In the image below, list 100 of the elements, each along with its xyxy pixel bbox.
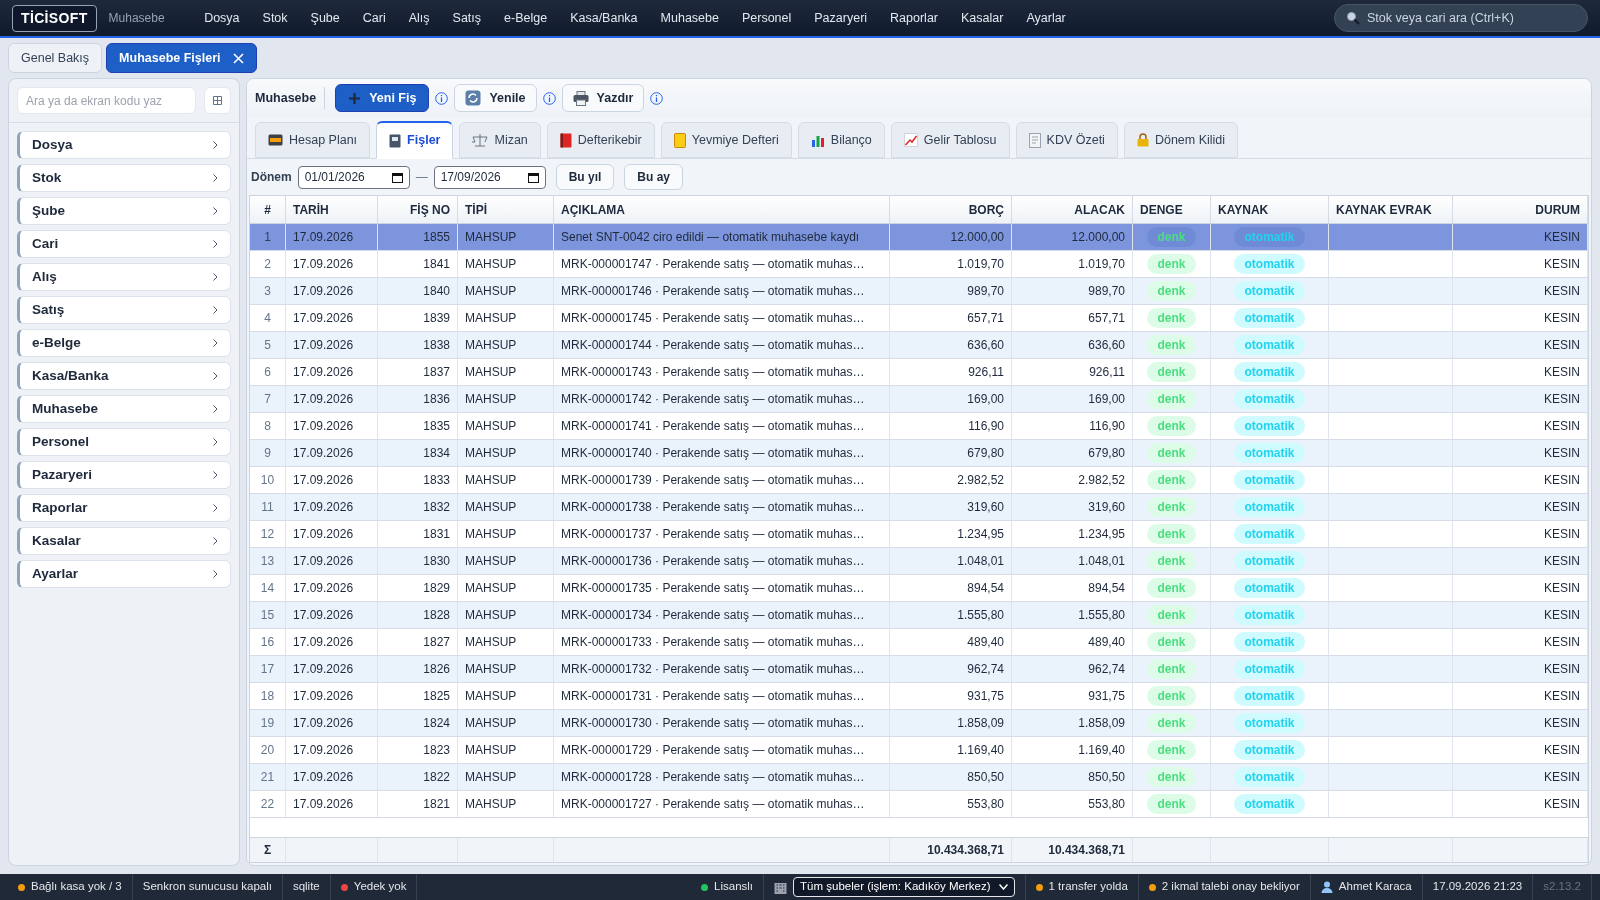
table-row[interactable]: 7 17.09.2026 1836 MAHSUP MRK-000001742 · Perakende satış — otomatik muhas… 169,00 169,00 denk otomatik KESIN <box>250 386 1588 413</box>
info-icon[interactable] <box>542 91 556 105</box>
table-row[interactable]: 3 17.09.2026 1840 MAHSUP MRK-000001746 · Perakende satış — otomatik muhas… 989,70 989,70 denk otomatik KESIN <box>250 278 1588 305</box>
menu-item[interactable]: Dosya <box>192 4 252 32</box>
table-row[interactable]: 5 17.09.2026 1838 MAHSUP MRK-000001744 · Perakende satış — otomatik muhas… 636,60 636,60 denk otomatik KESIN <box>250 332 1588 359</box>
sidebar-item[interactable]: Stok <box>17 164 231 192</box>
menu-item[interactable]: Ayarlar <box>1014 4 1078 32</box>
column-header[interactable]: KAYNAK EVRAK <box>1329 196 1453 223</box>
menu-item[interactable]: Muhasebe <box>649 4 731 32</box>
date-field[interactable]: 17/09/2026 <box>433 165 546 189</box>
new-voucher-button[interactable]: Yeni Fiş <box>335 84 430 112</box>
column-header[interactable]: # <box>250 196 286 223</box>
preset-button[interactable]: Bu yıl <box>555 164 615 190</box>
info-icon[interactable] <box>435 91 449 105</box>
sidebar-item[interactable]: Kasalar <box>17 527 231 555</box>
sidebar-item[interactable]: Raporlar <box>17 494 231 522</box>
table-row[interactable]: 6 17.09.2026 1837 MAHSUP MRK-000001743 · Perakende satış — otomatik muhas… 926,11 926,11 denk otomatik KESIN <box>250 359 1588 386</box>
module-tab[interactable]: Yevmiye Defteri <box>660 122 792 158</box>
column-header[interactable]: TİPİ <box>458 196 554 223</box>
table-row[interactable]: 18 17.09.2026 1825 MAHSUP MRK-000001731 · Perakende satış — otomatik muhas… 931,75 931,75 denk otomatik KESIN <box>250 683 1588 710</box>
close-icon[interactable] <box>232 52 244 64</box>
menu-item[interactable]: Alış <box>397 4 442 32</box>
module-tab[interactable]: Hesap Planı <box>255 122 371 158</box>
status-text: 2 ikmal talebi onay bekliyor <box>1161 879 1300 895</box>
table-cell: MRK-000001738 · Perakende satış — otomatik muhas… <box>554 494 890 520</box>
global-search-field[interactable]: Stok veya cari ara (Ctrl+K) <box>1334 4 1588 32</box>
page-tab[interactable]: Genel Bakış <box>8 43 103 73</box>
print-button[interactable]: Yazdır <box>561 84 645 112</box>
preset-button[interactable]: Bu ay <box>624 164 684 190</box>
module-tab[interactable]: Fişler <box>376 121 454 159</box>
menu-item[interactable]: e-Belge <box>492 4 559 32</box>
sidebar-item[interactable]: Cari <box>17 230 231 258</box>
menu-item[interactable]: Kasalar <box>949 4 1015 32</box>
menu-item[interactable]: Şube <box>299 4 352 32</box>
sidebar-item[interactable]: Pazaryeri <box>17 461 231 489</box>
table-row[interactable]: 22 17.09.2026 1821 MAHSUP MRK-000001727 · Perakende satış — otomatik muhas… 553,80 553,80 denk otomatik KESIN <box>250 791 1588 818</box>
menu-item[interactable]: Raporlar <box>878 4 950 32</box>
sidebar-item[interactable]: Kasa/Banka <box>17 362 231 390</box>
table-cell: MAHSUP <box>458 332 554 358</box>
table-row[interactable]: 11 17.09.2026 1832 MAHSUP MRK-000001738 · Perakende satış — otomatik muhas… 319,60 319,60 denk otomatik KESIN <box>250 494 1588 521</box>
table-cell: MAHSUP <box>458 224 554 250</box>
column-header[interactable]: KAYNAK <box>1211 196 1329 223</box>
column-header[interactable]: BORÇ <box>890 196 1012 223</box>
sidebar-item[interactable]: Şube <box>17 197 231 225</box>
table-cell: 2.982,52 <box>1012 467 1133 493</box>
module-tab[interactable]: Bilanço <box>797 122 885 158</box>
menu-item[interactable]: Cari <box>351 4 398 32</box>
table-cell: 1826 <box>378 656 458 682</box>
chevron-right-icon <box>213 537 218 545</box>
sidebar-item[interactable]: Satış <box>17 296 231 324</box>
table-row[interactable]: 12 17.09.2026 1831 MAHSUP MRK-000001737 · Perakende satış — otomatik muhas… 1.234,95 1.234,95 denk otomatik KESIN <box>250 521 1588 548</box>
branch-select[interactable]: Tüm şubeler (işlem: Kadıköy Merkez) <box>793 877 1015 897</box>
table-row[interactable]: 14 17.09.2026 1829 MAHSUP MRK-000001735 · Perakende satış — otomatik muhas… 894,54 894,54 denk otomatik KESIN <box>250 575 1588 602</box>
menu-item[interactable]: Pazaryeri <box>802 4 879 32</box>
page-tab[interactable]: Muhasebe Fişleri <box>106 43 257 73</box>
table-row[interactable]: 21 17.09.2026 1822 MAHSUP MRK-000001728 · Perakende satış — otomatik muhas… 850,50 850,50 denk otomatik KESIN <box>250 764 1588 791</box>
menu-item[interactable]: Satış <box>441 4 493 32</box>
table-row[interactable]: 1 17.09.2026 1855 MAHSUP Senet SNT-0042 ciro edildi — otomatik muhasebe kaydı 12.000,00 12.000,00 denk otomatik KESIN <box>250 224 1588 251</box>
column-header[interactable]: TARİH <box>286 196 378 223</box>
menu-item[interactable]: Personel <box>730 4 803 32</box>
module-tab[interactable]: KDV Özeti <box>1015 122 1118 158</box>
table-row[interactable]: 8 17.09.2026 1835 MAHSUP MRK-000001741 · Perakende satış — otomatik muhas… 116,90 116,90 denk otomatik KESIN <box>250 413 1588 440</box>
table-row[interactable]: 9 17.09.2026 1834 MAHSUP MRK-000001740 · Perakende satış — otomatik muhas… 679,80 679,80 denk otomatik KESIN <box>250 440 1588 467</box>
table-row[interactable]: 15 17.09.2026 1828 MAHSUP MRK-000001734 · Perakende satış — otomatik muhas… 1.555,80 1.555,80 denk otomatik KESIN <box>250 602 1588 629</box>
module-tab[interactable]: Dönem Kilidi <box>1123 122 1239 158</box>
table-row[interactable]: 2 17.09.2026 1841 MAHSUP MRK-000001747 · Perakende satış — otomatik muhas… 1.019,70 1.019,70 denk otomatik KESIN <box>250 251 1588 278</box>
column-header[interactable]: FİŞ NO <box>378 196 458 223</box>
menu-item[interactable]: Kasa/Banka <box>558 4 650 32</box>
table-row[interactable]: 4 17.09.2026 1839 MAHSUP MRK-000001745 · Perakende satış — otomatik muhas… 657,71 657,71 denk otomatik KESIN <box>250 305 1588 332</box>
table-cell: 17.09.2026 <box>286 710 378 736</box>
column-header[interactable]: ALACAK <box>1012 196 1133 223</box>
table-cell: 1840 <box>378 278 458 304</box>
module-tab[interactable]: Defterikebir <box>546 122 655 158</box>
sidebar-item[interactable]: Dosya <box>17 131 231 159</box>
refresh-button[interactable]: Yenile <box>454 84 537 112</box>
column-header[interactable]: DURUM <box>1453 196 1588 223</box>
column-header[interactable]: DENGE <box>1133 196 1211 223</box>
table-cell: MRK-000001727 · Perakende satış — otomatik muhas… <box>554 791 890 817</box>
table-cell: 1823 <box>378 737 458 763</box>
column-header[interactable]: AÇIKLAMA <box>554 196 890 223</box>
table-row[interactable]: 16 17.09.2026 1827 MAHSUP MRK-000001733 · Perakende satış — otomatik muhas… 489,40 489,40 denk otomatik KESIN <box>250 629 1588 656</box>
sidebar-item[interactable]: Muhasebe <box>17 395 231 423</box>
sidebar-item[interactable]: Alış <box>17 263 231 291</box>
sidebar-item[interactable]: Ayarlar <box>17 560 231 588</box>
menu-item[interactable]: Stok <box>251 4 300 32</box>
table-cell: 2.982,52 <box>890 467 1012 493</box>
table-row[interactable]: 19 17.09.2026 1824 MAHSUP MRK-000001730 · Perakende satış — otomatik muhas… 1.858,09 1.858,09 denk otomatik KESIN <box>250 710 1588 737</box>
sidebar-item[interactable]: Personel <box>17 428 231 456</box>
date-field[interactable]: 01/01/2026 <box>297 165 410 189</box>
grid-button[interactable] <box>204 87 231 114</box>
table-cell: 17.09.2026 <box>286 575 378 601</box>
module-tab[interactable]: Mizan <box>459 122 541 158</box>
module-tab[interactable]: Gelir Tablosu <box>890 122 1010 158</box>
table-row[interactable]: 20 17.09.2026 1823 MAHSUP MRK-000001729 · Perakende satış — otomatik muhas… 1.169,40 1.169,40 denk otomatik KESIN <box>250 737 1588 764</box>
info-icon[interactable] <box>650 91 664 105</box>
menu-search-field[interactable]: Ara ya da ekran kodu yaz <box>17 87 196 114</box>
table-row[interactable]: 13 17.09.2026 1830 MAHSUP MRK-000001736 · Perakende satış — otomatik muhas… 1.048,01 1.048,01 denk otomatik KESIN <box>250 548 1588 575</box>
table-row[interactable]: 17 17.09.2026 1826 MAHSUP MRK-000001732 · Perakende satış — otomatik muhas… 962,74 962,74 denk otomatik KESIN <box>250 656 1588 683</box>
sidebar-item[interactable]: e-Belge <box>17 329 231 357</box>
table-row[interactable]: 10 17.09.2026 1833 MAHSUP MRK-000001739 · Perakende satış — otomatik muhas… 2.982,52 2.982,52 denk otomatik KESIN <box>250 467 1588 494</box>
